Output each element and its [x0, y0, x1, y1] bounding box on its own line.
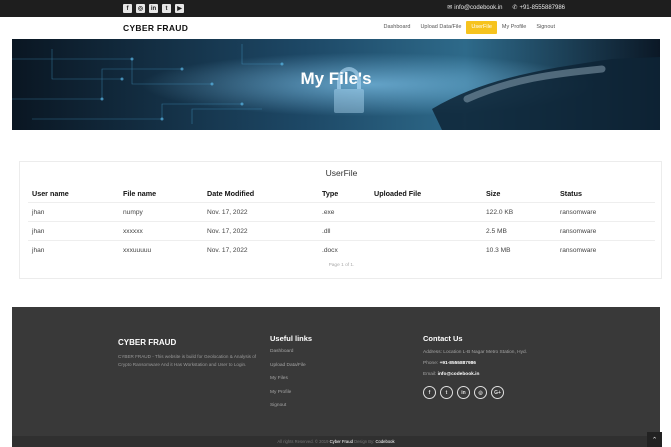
footer-link-signout[interactable]: Signout — [270, 403, 306, 417]
envelope-icon: ✉ — [447, 5, 453, 11]
cell-type: .dll — [322, 228, 331, 235]
cell-user-name: jhan — [32, 228, 45, 235]
footer-link-my-files[interactable]: My Files — [270, 376, 306, 390]
phone-label: Phone: — [423, 361, 439, 366]
header-size: Size — [486, 189, 501, 198]
footer-link-upload[interactable]: Upload Data/File — [270, 363, 306, 377]
top-bar: f ◎ in t ▶ ✉ info@codebook.in ✆ +91-855588… — [0, 0, 671, 17]
top-email[interactable]: ✉ info@codebook.in — [447, 4, 502, 11]
pagination-text: Page 1 of 1. — [328, 263, 355, 268]
header-uploaded-file: Uploaded File — [374, 189, 422, 198]
hero-title: My File's — [300, 69, 372, 88]
instagram-icon[interactable]: ◎ — [136, 4, 145, 13]
google-plus-icon[interactable]: G+ — [491, 386, 504, 399]
facebook-icon[interactable]: f — [423, 386, 436, 399]
main-navbar: CYBER FRAUD Dashboard Upload Data/File U… — [0, 17, 671, 39]
contact-email: Email: info@codebook.in — [423, 372, 527, 383]
cell-size: 10.3 MB — [486, 247, 511, 254]
cell-file-name: xxxxxx — [123, 228, 143, 235]
footer-description: CYBER FRAUD - This website is build for … — [118, 354, 257, 367]
contact-phone: Phone: +91-8555887986 — [423, 361, 527, 372]
nav-menu: Dashboard Upload Data/File UserFile My P… — [379, 21, 560, 34]
cell-date-modified: Nov. 17, 2022 — [207, 228, 248, 235]
cell-status: ransomware — [560, 228, 597, 235]
header-type: Type — [322, 189, 339, 198]
top-phone-text: +91-8555887986 — [519, 5, 565, 11]
linkedin-icon[interactable]: in — [457, 386, 470, 399]
email-label: Email: — [423, 372, 437, 377]
contact-details: Address: Location L-B Nagar Metro Statio… — [423, 350, 527, 383]
linkedin-icon[interactable]: in — [149, 4, 158, 13]
phone-value[interactable]: +91-8555887986 — [440, 361, 476, 366]
instagram-icon[interactable]: ◎ — [474, 386, 487, 399]
top-email-text: info@codebook.in — [454, 5, 503, 11]
table-row: jhan xxxxxx Nov. 17, 2022 .dll 2.5 MB ra… — [28, 221, 655, 240]
useful-links-list: Dashboard Upload Data/File My Files My P… — [270, 349, 306, 417]
address-label: Address: — [423, 350, 442, 355]
twitter-icon[interactable]: t — [162, 4, 171, 13]
cell-type: .exe — [322, 209, 335, 216]
footer-link-dashboard[interactable]: Dashboard — [270, 349, 306, 363]
cell-user-name: jhan — [32, 247, 45, 254]
cell-date-modified: Nov. 17, 2022 — [207, 247, 248, 254]
cell-size: 122.0 KB — [486, 209, 514, 216]
footer-link-profile[interactable]: My Profile — [270, 390, 306, 404]
table-title: UserFile — [325, 168, 358, 178]
copyright-brand[interactable]: Cyber Fraud — [330, 439, 353, 444]
footer-brand: CYBER FRAUD — [118, 338, 177, 347]
userfile-card: UserFile User name File name Date Modifi… — [19, 161, 662, 279]
table-row: jhan xxxuuuuu Nov. 17, 2022 .docx 10.3 M… — [28, 240, 655, 259]
contact-heading: Contact Us — [423, 334, 463, 343]
nav-item-dashboard[interactable]: Dashboard — [379, 21, 416, 34]
useful-links-heading: Useful links — [270, 334, 313, 343]
cell-file-name: numpy — [123, 209, 143, 216]
nav-item-profile[interactable]: My Profile — [497, 21, 531, 34]
facebook-icon[interactable]: f — [123, 4, 132, 13]
twitter-icon[interactable]: t — [440, 386, 453, 399]
top-contact: ✉ info@codebook.in ✆ +91-8555887986 — [447, 4, 565, 11]
cell-file-name: xxxuuuuu — [123, 247, 152, 254]
brand-logo[interactable]: CYBER FRAUD — [123, 23, 188, 33]
top-social-links: f ◎ in t ▶ — [123, 4, 184, 13]
cell-date-modified: Nov. 17, 2022 — [207, 209, 248, 216]
copyright-mid: Design By: — [354, 439, 375, 444]
header-status: Status — [560, 189, 582, 198]
copyright-designer[interactable]: Codebook — [376, 439, 395, 444]
cell-user-name: jhan — [32, 209, 45, 216]
chevron-up-icon: ⌃ — [651, 436, 658, 444]
cell-status: ransomware — [560, 209, 597, 216]
copyright-prefix: All rights Reserved. © 2019 — [277, 439, 329, 444]
site-footer: CYBER FRAUD CYBER FRAUD - This website i… — [12, 307, 660, 447]
contact-address: Address: Location L-B Nagar Metro Statio… — [423, 350, 527, 361]
cell-size: 2.5 MB — [486, 228, 507, 235]
cell-status: ransomware — [560, 247, 597, 254]
footer-social-links: f t in ◎ G+ — [423, 386, 504, 399]
top-phone[interactable]: ✆ +91-8555887986 — [512, 4, 565, 11]
phone-icon: ✆ — [512, 5, 518, 11]
nav-item-userfile[interactable]: UserFile — [466, 21, 497, 34]
hero-banner: My File's — [12, 39, 660, 130]
copyright-bar: All rights Reserved. © 2019 Cyber Fraud … — [12, 436, 660, 447]
address-value: Location L-B Nagar Metro Station, Hyd. — [443, 350, 528, 355]
header-date-modified: Date Modified — [207, 189, 255, 198]
nav-item-signout[interactable]: Signout — [531, 21, 560, 34]
header-user-name: User name — [32, 189, 69, 198]
email-value[interactable]: info@codebook.in — [438, 372, 480, 377]
cell-type: .docx — [322, 247, 338, 254]
header-file-name: File name — [123, 189, 157, 198]
youtube-icon[interactable]: ▶ — [175, 4, 184, 13]
nav-item-upload[interactable]: Upload Data/File — [415, 21, 466, 34]
table-row: jhan numpy Nov. 17, 2022 .exe 122.0 KB r… — [28, 202, 655, 221]
scroll-to-top-button[interactable]: ⌃ — [647, 432, 662, 447]
